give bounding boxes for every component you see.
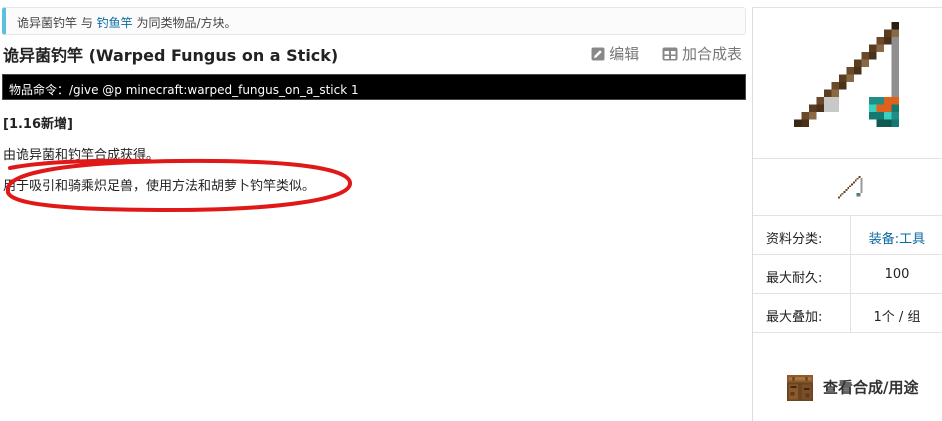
give-command-box[interactable]: 物品命令：/give @p minecraft:warped_fungus_on…	[2, 74, 746, 100]
view-recipe-button[interactable]: 查看合成/用途	[785, 373, 918, 403]
edit-button[interactable]: 编辑	[591, 43, 639, 64]
edit-label: 编辑	[609, 45, 640, 63]
info-row-stack: 最大叠加: 1个 / 组	[753, 294, 942, 333]
page-actions: 编辑 加合成表	[573, 43, 742, 64]
view-recipe-label: 查看合成/用途	[823, 378, 919, 397]
fishing-rod-small-icon	[837, 175, 863, 199]
red-ellipse-annotation	[6, 158, 352, 212]
item-small-icon-cell	[753, 159, 942, 216]
stack-value: 1个 / 组	[873, 310, 921, 325]
crafting-table-icon	[786, 374, 814, 402]
category-label: 资料分类:	[766, 232, 823, 247]
fishing-rod-link[interactable]: 钓鱼竿	[97, 16, 133, 30]
page-title: 诡异菌钓竿 (Warped Fungus on a Stick)	[3, 46, 339, 65]
table-icon	[662, 47, 678, 61]
similar-items-notice: 诡异菌钓竿 与 钓鱼竿 为同类物品/方块。	[2, 7, 746, 35]
info-row-durability: 最大耐久: 100	[753, 255, 942, 294]
notice-text-item: 诡异菌钓竿	[17, 16, 78, 30]
durability-label: 最大耐久:	[766, 271, 823, 286]
stack-label: 最大叠加:	[766, 310, 823, 325]
fishing-rod-icon	[794, 22, 899, 127]
info-row-category: 资料分类: 装备:工具	[753, 216, 942, 255]
item-infobox: 资料分类: 装备:工具 最大耐久: 100 最大叠加: 1个 / 组 查看合成/…	[752, 7, 942, 421]
notice-text-suffix: 为同类物品/方块。	[132, 16, 237, 30]
pencil-icon	[591, 47, 605, 61]
item-image-cell	[753, 7, 942, 159]
add-recipe-table-button[interactable]: 加合成表	[662, 43, 742, 64]
version-tag: [1.16新增]	[3, 117, 73, 132]
durability-value: 100	[884, 267, 910, 282]
add-recipe-table-label: 加合成表	[681, 45, 742, 63]
notice-text-and: 与	[77, 16, 97, 30]
category-link[interactable]: 装备:工具	[869, 232, 925, 247]
